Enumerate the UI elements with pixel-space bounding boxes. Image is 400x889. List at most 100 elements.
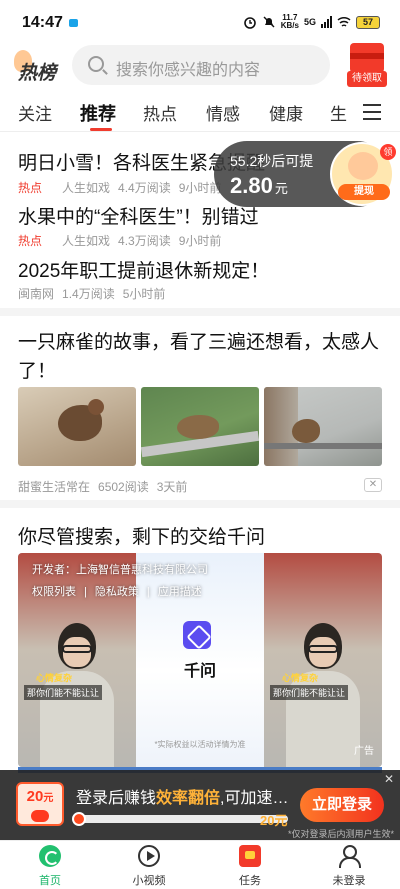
section-divider xyxy=(0,308,400,316)
sparrow-image xyxy=(177,415,219,439)
video-caption: 心情复杂 xyxy=(282,673,319,683)
article-time: 3天前 xyxy=(156,480,188,494)
withdraw-button[interactable]: 提现 xyxy=(338,184,390,200)
news-meta: 闽南网 1.4万阅读 5小时前 xyxy=(18,285,165,302)
login-button[interactable]: 立即登录 xyxy=(300,788,384,822)
home-icon xyxy=(39,845,61,867)
nav-label: 未登录 xyxy=(332,875,366,887)
progress-knob xyxy=(72,812,86,826)
tab-hot[interactable]: 热点 xyxy=(143,100,177,125)
permission-list-link[interactable]: 权限列表 xyxy=(32,586,76,598)
timer-countdown: 55.2秒后可提 xyxy=(230,153,314,169)
article-image[interactable] xyxy=(264,387,382,466)
news-source: 闽南网 xyxy=(18,287,55,301)
category-tabs: 关注 推荐 热点 情感 健康 生 xyxy=(0,94,400,132)
mascot-icon xyxy=(348,152,378,180)
sparrow-image xyxy=(292,419,320,443)
sparrow-image xyxy=(58,399,104,441)
news-reads: 1.4万阅读 xyxy=(62,287,115,301)
login-promo-banner: ✕ 20元 登录后赚钱效率翻倍,可加速… 20元 立即登录 *仅对登录后内测用户… xyxy=(0,770,400,840)
section-divider xyxy=(0,500,400,508)
ad-developer: 开发者：上海智信普惠科技有限公司 xyxy=(32,564,208,576)
article-source: 甜蜜生活常在 xyxy=(18,480,91,494)
network-speed-unit: KB/s xyxy=(280,21,299,30)
claim-tag[interactable]: 领 xyxy=(380,144,396,160)
qianwen-logo-icon xyxy=(183,621,211,649)
nav-profile[interactable]: 未登录 xyxy=(314,845,384,888)
news-reads: 4.4万阅读 xyxy=(118,181,171,195)
menu-icon[interactable] xyxy=(363,104,381,120)
tab-follow[interactable]: 关注 xyxy=(18,100,52,125)
app-header: 热榜 搜索你感兴趣的内容 待领取 xyxy=(0,40,400,94)
nav-label: 任务 xyxy=(239,875,261,887)
wifi-icon xyxy=(337,15,351,29)
news-title[interactable]: 2025年职工提前退休新规定！ xyxy=(18,256,269,283)
notification-app-icon xyxy=(69,19,78,27)
news-title[interactable]: 水果中的“全科医生”！别错过 xyxy=(18,202,259,229)
close-icon[interactable]: ✕ xyxy=(384,772,394,786)
promo-text-end: ,可加速… xyxy=(220,790,289,807)
dismiss-icon[interactable]: ✕ xyxy=(364,478,382,492)
tab-recommend[interactable]: 推荐 xyxy=(80,100,116,126)
news-time: 9小时前 xyxy=(178,234,222,248)
ad-badge: 广告 xyxy=(354,746,374,757)
timer-amount-value: 2.80 xyxy=(230,173,273,198)
coupon-badge: 20元 xyxy=(16,782,64,826)
tab-health[interactable]: 健康 xyxy=(269,100,303,125)
news-time: 5小时前 xyxy=(122,287,166,301)
nav-tasks[interactable]: 任务 xyxy=(215,845,285,888)
reward-progress-bar xyxy=(72,812,288,826)
ad-disclaimer: *实际权益以活动详情为准 xyxy=(154,740,246,749)
tab-emotion[interactable]: 情感 xyxy=(206,100,240,125)
news-source: 人生如戏 xyxy=(62,181,111,195)
promo-text-start: 登录后赚钱 xyxy=(76,790,157,807)
mute-bell-icon xyxy=(262,15,276,29)
nav-label: 小视频 xyxy=(132,875,166,887)
video-caption: 心情复杂 xyxy=(36,673,73,683)
promo-text: 登录后赚钱效率翻倍,可加速… xyxy=(76,784,288,808)
article-image[interactable] xyxy=(18,387,136,466)
timer-amount-unit: 元 xyxy=(274,181,288,196)
alarm-icon xyxy=(243,15,257,29)
search-bar[interactable]: 搜索你感兴趣的内容 xyxy=(72,45,330,85)
nav-short-video[interactable]: 小视频 xyxy=(114,845,184,888)
article-title[interactable]: 一只麻雀的故事，看了三遍还想看，太感人了！ xyxy=(18,328,384,386)
signal-type: 5G xyxy=(303,17,316,27)
status-time: 14:47 xyxy=(22,14,63,31)
battery-indicator: 57 xyxy=(356,15,380,29)
ad-video-right-panel: 心情复杂 那你们能不能让让 xyxy=(264,553,382,767)
ad-links: 权限列表 | 隐私政策 | 应用描述 xyxy=(32,586,202,598)
nav-label: 首页 xyxy=(39,875,61,887)
tab-more-partial[interactable]: 生 xyxy=(330,100,347,125)
promo-text-highlight: 效率翻倍 xyxy=(156,790,221,807)
redpacket-button[interactable]: 待领取 xyxy=(347,43,387,91)
article-image[interactable] xyxy=(141,387,259,466)
coupon-icon xyxy=(31,810,49,822)
privacy-policy-link[interactable]: 隐私政策 xyxy=(95,586,139,598)
article-meta: 甜蜜生活常在 6502阅读 3天前 xyxy=(18,478,187,495)
news-meta: 热点 人生如戏 4.4万阅读 9小时前 xyxy=(18,179,221,196)
video-subtitle: 那你们能不能让让 xyxy=(270,685,349,700)
redpacket-icon xyxy=(350,43,384,73)
coupon-amount: 20元 xyxy=(18,788,62,805)
redpacket-label: 待领取 xyxy=(347,71,387,87)
rail-image xyxy=(264,443,382,449)
article-reads: 6502阅读 xyxy=(98,480,149,494)
user-icon xyxy=(338,845,361,868)
news-meta: 热点 人生如戏 4.3万阅读 9小时前 xyxy=(18,232,221,249)
task-icon xyxy=(239,845,261,867)
signal-bars-icon xyxy=(321,16,332,28)
network-speed: 11.7 KB/s xyxy=(281,14,299,30)
coupon-amount-value: 20 xyxy=(26,788,44,805)
hot-tag: 热点 xyxy=(18,234,43,248)
video-subtitle: 那你们能不能让让 xyxy=(24,685,103,700)
promo-disclaimer: *仅对登录后内测用户生效* xyxy=(288,829,395,839)
app-description-link[interactable]: 应用描述 xyxy=(158,586,202,598)
search-placeholder: 搜索你感兴趣的内容 xyxy=(116,62,261,79)
ad-app-name: 千问 xyxy=(183,663,216,680)
ad-title[interactable]: 你尽管搜索，剩下的交给千问 xyxy=(18,522,265,549)
coupon-amount-unit: 元 xyxy=(43,793,54,804)
nav-home[interactable]: 首页 xyxy=(15,845,85,888)
ad-video[interactable]: 心情复杂 那你们能不能让让 千问 *实际权益以活动详情为准 心情复杂 那你们能不… xyxy=(18,553,382,767)
app-logo[interactable]: 热榜 xyxy=(18,58,56,85)
